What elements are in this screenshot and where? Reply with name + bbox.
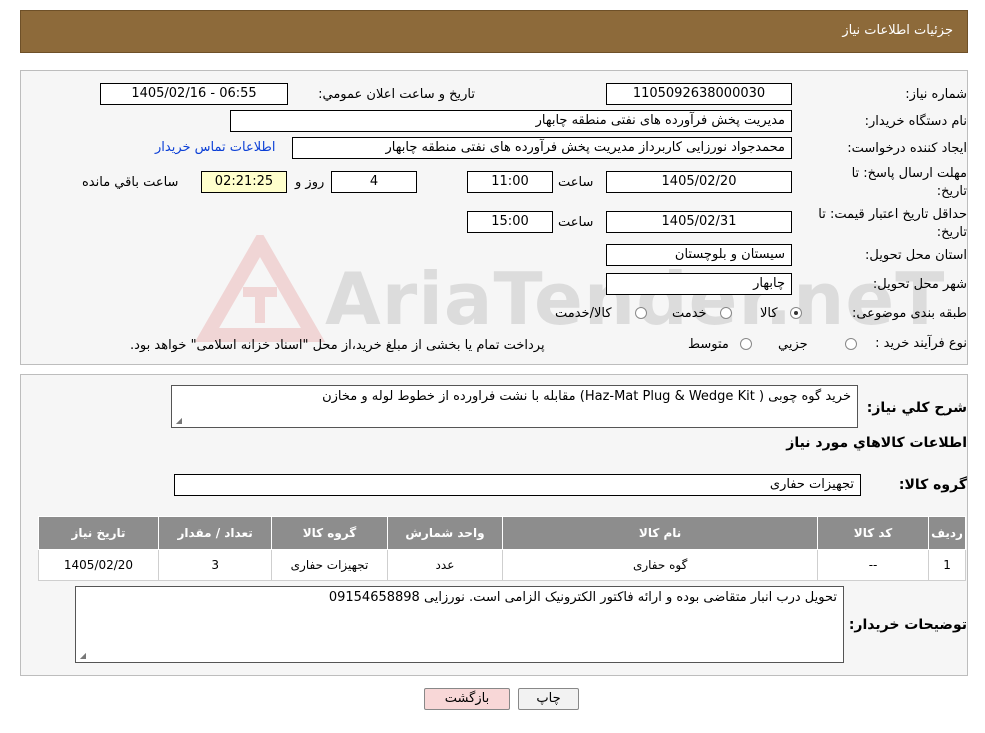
category-label: طبقه بندی موضوعی: — [851, 306, 967, 321]
announce-field: 1405/02/16 - 06:55 — [100, 83, 288, 105]
cell-code: -- — [816, 549, 930, 581]
deadline-label-date: تاريخ: — [936, 184, 967, 199]
validity-time-field: 15:00 — [467, 211, 553, 233]
creator-field: محمدجواد نورزایی کاربرداز مدیریت پخش فرآ… — [292, 137, 792, 159]
buyer-contact-link[interactable]: اطلاعات تماس خريدار — [155, 140, 275, 155]
summary-label: شرح کلي نياز: — [866, 400, 967, 416]
need-number-label: شماره نیاز: — [905, 87, 967, 102]
process-label: نوع فرآيند خريد : — [875, 336, 967, 351]
category-radio-goods-service[interactable] — [635, 307, 647, 319]
table-row: 1 -- گوه حفاری عدد تجهیزات حفاری 3 1405/… — [38, 549, 966, 581]
category-option-goods-service: کالا/خدمت — [555, 306, 612, 321]
cell-name: گوه حفاری — [502, 549, 818, 581]
announce-label: تاريخ و ساعت اعلان عمومي: — [318, 87, 475, 102]
process-radio-minor[interactable] — [845, 338, 857, 350]
goods-group-field: تجهیزات حفاری — [174, 474, 861, 496]
deadline-time-field: 11:00 — [467, 171, 553, 193]
page-title: جزئیات اطلاعات نیاز — [842, 23, 953, 38]
cell-row: 1 — [928, 549, 966, 581]
goods-group-label: گروه کالا: — [898, 477, 967, 493]
items-table: رديف کد کالا نام کالا واحد شمارش گروه کا… — [38, 516, 966, 581]
category-option-goods: کالا — [760, 306, 778, 321]
items-table-wrapper: رديف کد کالا نام کالا واحد شمارش گروه کا… — [38, 516, 966, 581]
summary-text-content: خرید گوه چوبی ( Haz-Mat Plug & Wedge Kit… — [322, 389, 851, 404]
process-option-medium: متوسط — [688, 337, 729, 352]
col-qty: تعداد / مقدار — [157, 516, 273, 550]
category-radio-service[interactable] — [720, 307, 732, 319]
col-date: تاريخ نياز — [38, 516, 159, 550]
province-label: استان محل تحويل: — [865, 248, 967, 263]
deadline-label: مهلت ارسال پاسخ: تا — [851, 166, 967, 181]
page-header: جزئیات اطلاعات نیاز — [20, 10, 968, 53]
creator-label: ايجاد کننده درخواست: — [847, 141, 967, 156]
col-row: رديف — [928, 516, 966, 550]
deadline-time-label: ساعت — [558, 175, 594, 190]
buyer-org-label: نام دستگاه خريدار: — [864, 114, 967, 129]
buyer-notes-label: توضيحات خريدار: — [848, 617, 967, 633]
city-field: چابهار — [606, 273, 792, 295]
province-field: سیستان و بلوچستان — [606, 244, 792, 266]
city-label: شهر محل تحويل: — [872, 277, 967, 292]
summary-text: خرید گوه چوبی ( Haz-Mat Plug & Wedge Kit… — [171, 385, 858, 428]
col-name: نام کالا — [502, 516, 818, 550]
validity-time-label: ساعت — [558, 215, 594, 230]
table-header-row: رديف کد کالا نام کالا واحد شمارش گروه کا… — [38, 516, 966, 550]
validity-label: حداقل تاريخ اعتبار قيمت: تا — [818, 207, 967, 222]
remaining-time-field: 02:21:25 — [201, 171, 287, 193]
cell-unit: عدد — [386, 549, 504, 581]
process-note: پرداخت تمام یا بخشی از مبلغ خرید،از محل … — [130, 338, 545, 353]
buyer-notes-content: تحویل درب انبار متقاضی بوده و ارائه فاکت… — [328, 590, 837, 605]
resize-grip-icon: ◢ — [79, 651, 86, 660]
watermark-text: AriaTender.neT — [325, 257, 946, 341]
process-option-minor: جزیي — [778, 337, 808, 352]
process-radio-medium[interactable] — [740, 338, 752, 350]
remaining-time-label: ساعت باقي مانده — [82, 175, 179, 190]
resize-grip-icon: ◢ — [175, 416, 182, 425]
cell-qty: 3 — [157, 549, 273, 581]
validity-date-field: 1405/02/31 — [606, 211, 792, 233]
category-radio-goods[interactable] — [790, 307, 802, 319]
col-code: کد کالا — [816, 516, 930, 550]
cell-date: 1405/02/20 — [38, 549, 159, 581]
cell-group: تجهیزات حفاری — [271, 549, 388, 581]
validity-label-date: تاريخ: — [936, 225, 967, 240]
days-label: روز و — [295, 175, 325, 190]
days-remaining-field: 4 — [331, 171, 417, 193]
back-button[interactable]: بازگشت — [424, 688, 510, 710]
print-button[interactable]: چاپ — [518, 688, 579, 710]
need-number-field: 1105092638000030 — [606, 83, 792, 105]
buyer-notes-text: تحویل درب انبار متقاضی بوده و ارائه فاکت… — [75, 586, 844, 663]
goods-info-title: اطلاعات کالاهاي مورد نياز — [786, 435, 967, 451]
col-group: گروه کالا — [271, 516, 388, 550]
category-option-service: خدمت — [672, 306, 707, 321]
deadline-date-field: 1405/02/20 — [606, 171, 792, 193]
buyer-org-field: مدیریت پخش فرآورده های نفتی منطقه چابهار — [230, 110, 792, 132]
col-unit: واحد شمارش — [386, 516, 504, 550]
